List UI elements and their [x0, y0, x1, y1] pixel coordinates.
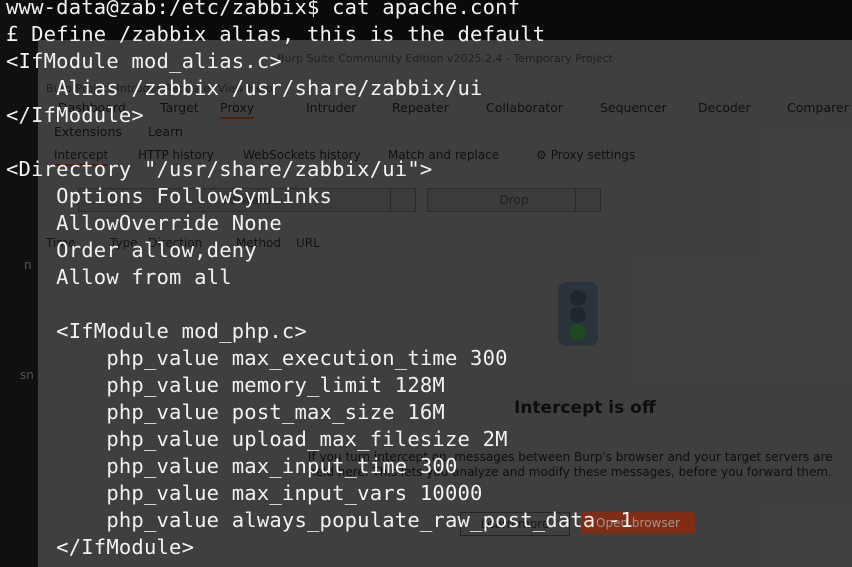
- terminal-line: Alias /zabbix /usr/share/zabbix/ui: [6, 76, 483, 100]
- terminal-line: php_value max_input_time 300: [6, 454, 458, 478]
- terminal-prompt-line: www-data@zab:/etc/zabbix$ cat apache.con…: [6, 0, 521, 19]
- terminal-output: www-data@zab:/etc/zabbix$ cat apache.con…: [6, 0, 633, 561]
- terminal-line: Order allow,deny: [6, 238, 257, 262]
- terminal-line: php_value post_max_size 16M: [6, 400, 445, 424]
- terminal-line: php_value always_populate_raw_post_data …: [6, 508, 634, 532]
- terminal-line: php_value upload_max_filesize 2M: [6, 427, 508, 451]
- terminal-line: Allow from all: [6, 265, 232, 289]
- terminal-line: £ Define /zabbix alias, this is the defa…: [6, 22, 546, 46]
- terminal-line: Options FollowSymLinks: [6, 184, 333, 208]
- terminal-line: </IfModule>: [6, 535, 195, 559]
- terminal-window[interactable]: www-data@zab:/etc/zabbix$ cat apache.con…: [0, 0, 852, 567]
- terminal-line: </IfModule>: [6, 103, 144, 127]
- terminal-line: <IfModule mod_alias.c>: [6, 49, 282, 73]
- terminal-line: php_value max_execution_time 300: [6, 346, 508, 370]
- terminal-line: AllowOverride None: [6, 211, 282, 235]
- terminal-line: php_value max_input_vars 10000: [6, 481, 483, 505]
- terminal-line: php_value memory_limit 128M: [6, 373, 445, 397]
- terminal-line: <IfModule mod_php.c>: [6, 319, 308, 343]
- terminal-line: <Directory "/usr/share/zabbix/ui">: [6, 157, 433, 181]
